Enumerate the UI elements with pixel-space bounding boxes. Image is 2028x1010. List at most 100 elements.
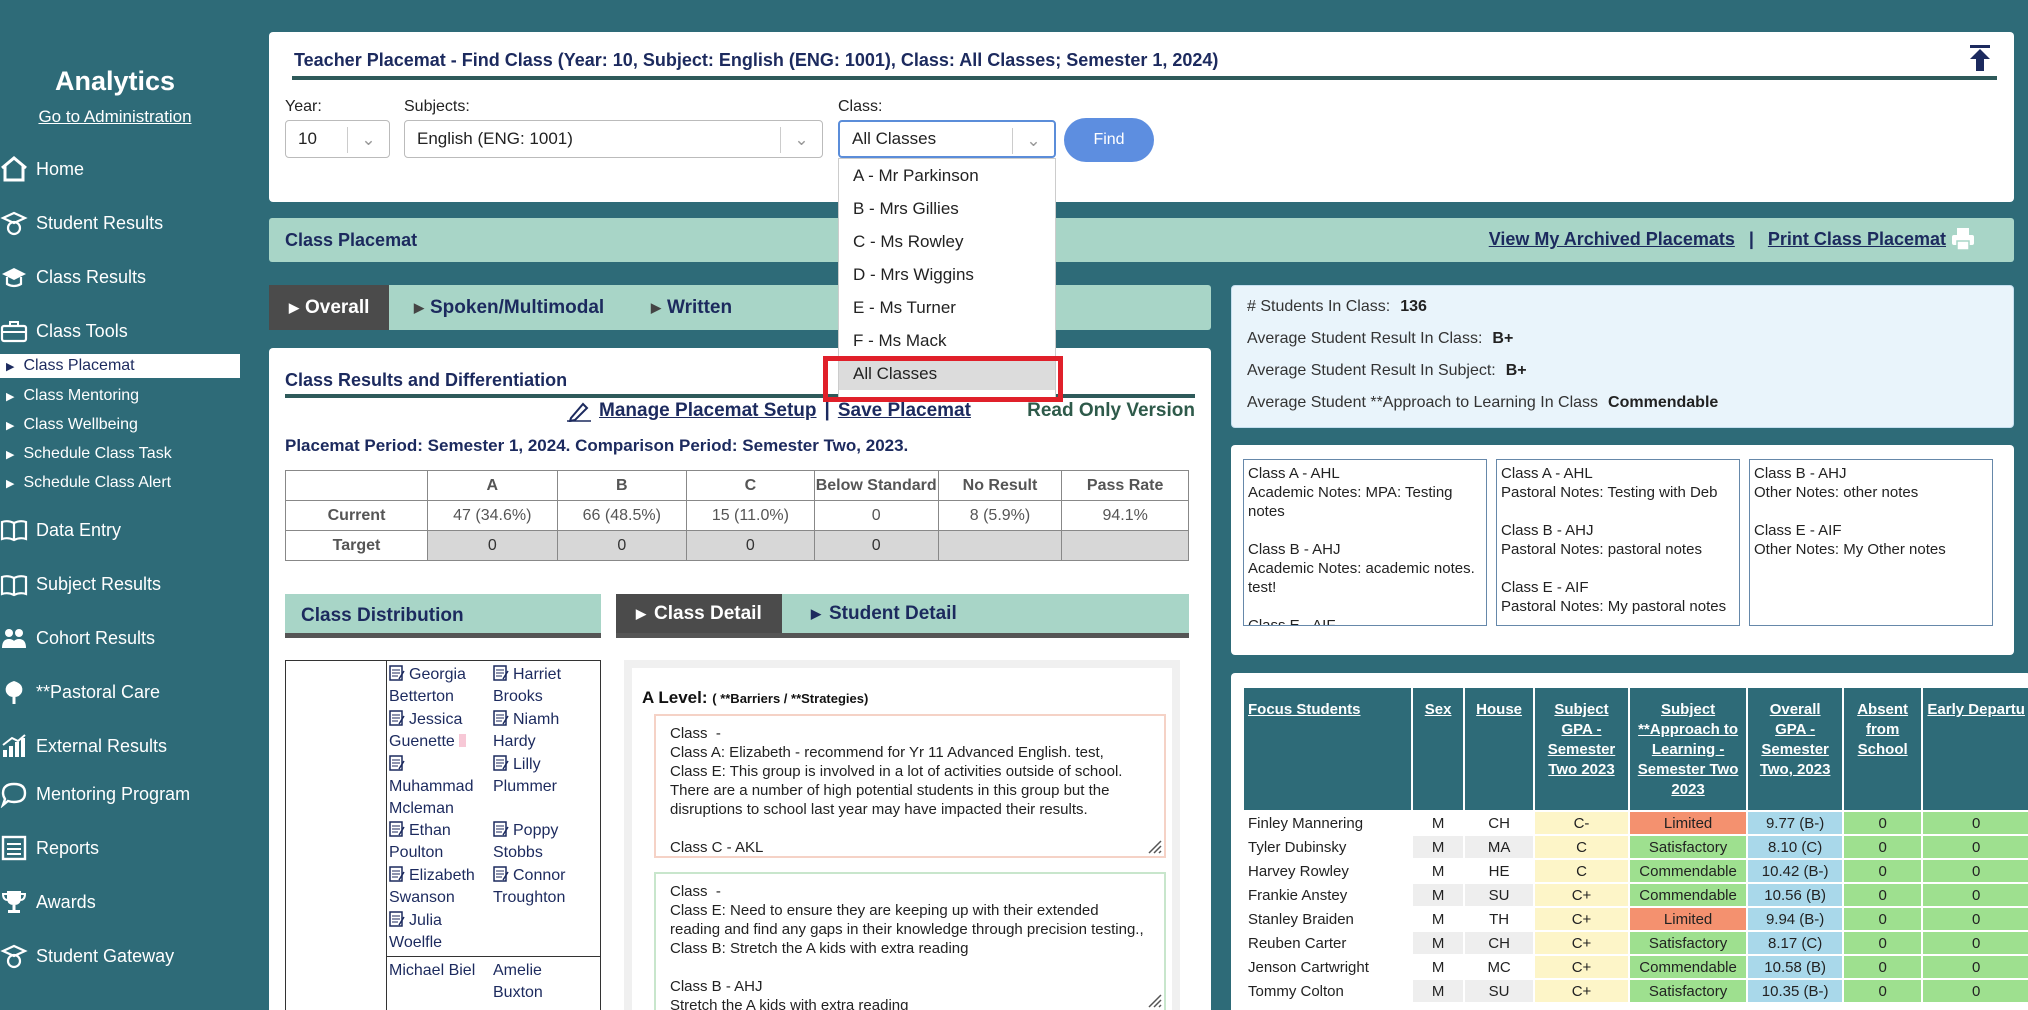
- student-link[interactable]: Michael Biel: [389, 960, 489, 982]
- class-option[interactable]: B - Mrs Gillies: [839, 192, 1055, 225]
- class-option[interactable]: C - Ms Rowley: [839, 225, 1055, 258]
- target-input[interactable]: 0: [686, 530, 815, 561]
- sidebar-sub-class-mentoring[interactable]: ▶ Class Mentoring: [0, 384, 240, 408]
- student-link[interactable]: Julia Woelfle: [389, 910, 489, 954]
- year-label: Year:: [285, 98, 322, 115]
- sidebar-item-home[interactable]: Home: [0, 153, 240, 185]
- tab-spoken-multimodal[interactable]: ▶ Spoken/Multimodal: [414, 285, 604, 330]
- student-note-icon: [389, 710, 405, 726]
- student-link[interactable]: Georgia Betterton: [389, 664, 489, 708]
- other-notes-box[interactable]: Class B - AHJ Other Notes: other notes C…: [1749, 459, 1993, 626]
- sort-house[interactable]: House: [1465, 688, 1534, 810]
- sidebar-item-class-results[interactable]: Class Results: [0, 261, 240, 293]
- resize-grip-icon[interactable]: [1144, 990, 1162, 1008]
- save-placemat-link[interactable]: Save Placemat: [838, 400, 971, 422]
- student-link[interactable]: Elizabeth Swanson: [389, 865, 489, 909]
- student-link[interactable]: Connor Troughton: [493, 865, 593, 909]
- sidebar-item-mentoring-program[interactable]: Mentoring Program: [0, 778, 240, 810]
- manage-placemat-setup-link[interactable]: Manage Placemat Setup: [599, 400, 817, 422]
- printer-icon[interactable]: [1950, 226, 1976, 252]
- year-value: 10: [298, 129, 317, 148]
- academic-notes-box[interactable]: Class A - AHL Academic Notes: MPA: Testi…: [1243, 459, 1487, 626]
- scroll-to-top-icon[interactable]: [1968, 44, 1992, 72]
- sort-overall-gpa[interactable]: Overall GPA - Semester Two, 2023: [1748, 688, 1842, 810]
- sidebar-sub-class-placemat[interactable]: ▶ Class Placemat: [0, 354, 240, 378]
- sidebar-item-student-gateway[interactable]: Student Gateway: [0, 940, 240, 972]
- student-link[interactable]: Muhammad Mcleman: [389, 754, 489, 820]
- table-row: Tommy Colton M SU C+ Satisfactory 10.35 (B-) 0…: [1244, 980, 2028, 1002]
- sidebar-sub-schedule-class-alert[interactable]: ▶ Schedule Class Alert: [0, 471, 240, 495]
- column-header: C: [686, 470, 815, 501]
- tab-class-detail[interactable]: ▶ Class Detail: [616, 594, 782, 633]
- pastoral-notes-box[interactable]: Class A - AHL Pastoral Notes: Testing wi…: [1496, 459, 1740, 626]
- sidebar-item-class-tools[interactable]: Class Tools: [0, 315, 240, 347]
- strategies-textarea[interactable]: Class - Class E: Need to ensure they are…: [654, 872, 1166, 1010]
- sidebar-item-pastoral-care[interactable]: **Pastoral Care: [0, 676, 240, 708]
- class-option[interactable]: D - Mrs Wiggins: [839, 258, 1055, 291]
- table-cell: 0: [1843, 836, 1922, 858]
- resize-grip-icon[interactable]: [1144, 836, 1162, 854]
- pastoral-care-icon: [5, 681, 23, 704]
- target-input[interactable]: 0: [556, 530, 688, 561]
- sidebar-item-subject-results[interactable]: Subject Results: [0, 568, 240, 600]
- table-row: Harvey Rowley M HE C Commendable 10.42 (B-) 0 0: [1244, 860, 2028, 882]
- level-label: A Level:: [642, 688, 708, 707]
- chevron-down-icon: ⌄: [347, 127, 389, 153]
- sort-subject-gpa[interactable]: Subject GPA - Semester Two 2023: [1535, 688, 1628, 810]
- class-select[interactable]: All Classes ⌄: [838, 120, 1056, 158]
- student-name-cell[interactable]: Harvey Rowley: [1244, 860, 1411, 882]
- student-link[interactable]: Poppy Stobbs: [493, 820, 593, 864]
- student-name-cell[interactable]: Finley Mannering: [1244, 812, 1411, 834]
- student-name-cell[interactable]: Jenson Cartwright: [1244, 956, 1411, 978]
- tab-overall[interactable]: ▶ Overall: [269, 285, 390, 330]
- table-cell: 0: [1843, 908, 1922, 930]
- class-option[interactable]: A - Mr Parkinson: [839, 159, 1055, 192]
- class-distribution-header: Class Distribution: [285, 594, 601, 638]
- table-header-row: Focus Students Sex House Subject GPA - S…: [1244, 688, 2028, 810]
- student-link[interactable]: Ethan Poulton: [389, 820, 489, 864]
- table-cell: Limited: [1629, 908, 1747, 930]
- view-archived-placemats-link[interactable]: View My Archived Placemats: [1489, 229, 1735, 250]
- print-class-placemat-link[interactable]: Print Class Placemat: [1768, 229, 1946, 250]
- sidebar-item-external-results[interactable]: External Results: [0, 730, 240, 762]
- student-name-cell[interactable]: Reuben Carter: [1244, 932, 1411, 954]
- sort-early-departure[interactable]: Early Departu: [1923, 688, 2028, 810]
- class-option[interactable]: F - Ms Mack: [839, 324, 1055, 357]
- student-link[interactable]: Niamh Hardy: [493, 709, 593, 753]
- student-gateway-icon: [0, 944, 28, 969]
- tab-student-detail[interactable]: ▶ Student Detail: [811, 594, 957, 633]
- sidebar-item-reports[interactable]: Reports: [0, 832, 240, 864]
- barriers-text: Class - Class A: Elizabeth - recommend f…: [670, 725, 1123, 856]
- go-to-administration-link[interactable]: Go to Administration: [0, 107, 230, 127]
- student-name-cell[interactable]: Frankie Anstey: [1244, 884, 1411, 906]
- student-name-cell[interactable]: Tommy Colton: [1244, 980, 1411, 1002]
- target-input[interactable]: 0: [427, 530, 558, 561]
- table-cell: 0: [1923, 860, 2028, 882]
- table-cell: [1061, 530, 1189, 561]
- student-name-cell[interactable]: Stanley Braiden: [1244, 908, 1411, 930]
- find-button[interactable]: Find: [1064, 118, 1154, 162]
- barriers-textarea[interactable]: Class - Class A: Elizabeth - recommend f…: [654, 714, 1166, 858]
- sidebar-sub-schedule-class-task[interactable]: ▶ Schedule Class Task: [0, 442, 240, 466]
- subjects-select[interactable]: English (ENG: 1001) ⌄: [404, 120, 823, 158]
- target-input[interactable]: 0: [813, 530, 939, 561]
- student-link[interactable]: Jessica Guenette: [389, 709, 489, 753]
- other-notes-text: Class B - AHJ Other Notes: other notes C…: [1754, 465, 1946, 558]
- student-name-cell[interactable]: Tyler Dubinsky: [1244, 836, 1411, 858]
- sidebar-sub-class-wellbeing[interactable]: ▶ Class Wellbeing: [0, 413, 240, 437]
- sort-focus-students[interactable]: Focus Students: [1244, 688, 1412, 810]
- sort-subject-approach[interactable]: Subject **Approach to Learning - Semeste…: [1629, 688, 1747, 810]
- student-link[interactable]: Harriet Brooks: [493, 664, 593, 708]
- caret-right-icon: ▶: [651, 299, 661, 315]
- student-link[interactable]: Amelie Buxton: [493, 960, 593, 1004]
- sidebar-item-student-results[interactable]: Student Results: [0, 207, 240, 239]
- tab-written[interactable]: ▶ Written: [651, 285, 732, 330]
- sidebar-item-cohort-results[interactable]: Cohort Results: [0, 622, 240, 654]
- sidebar-item-awards[interactable]: Awards: [0, 886, 240, 918]
- class-option[interactable]: E - Ms Turner: [839, 291, 1055, 324]
- student-link[interactable]: Lilly Plummer: [493, 754, 593, 798]
- year-select[interactable]: 10 ⌄: [285, 120, 390, 158]
- sidebar-item-data-entry[interactable]: Data Entry: [0, 514, 240, 546]
- sort-sex[interactable]: Sex: [1413, 688, 1464, 810]
- sort-absent[interactable]: Absent from School: [1843, 688, 1922, 810]
